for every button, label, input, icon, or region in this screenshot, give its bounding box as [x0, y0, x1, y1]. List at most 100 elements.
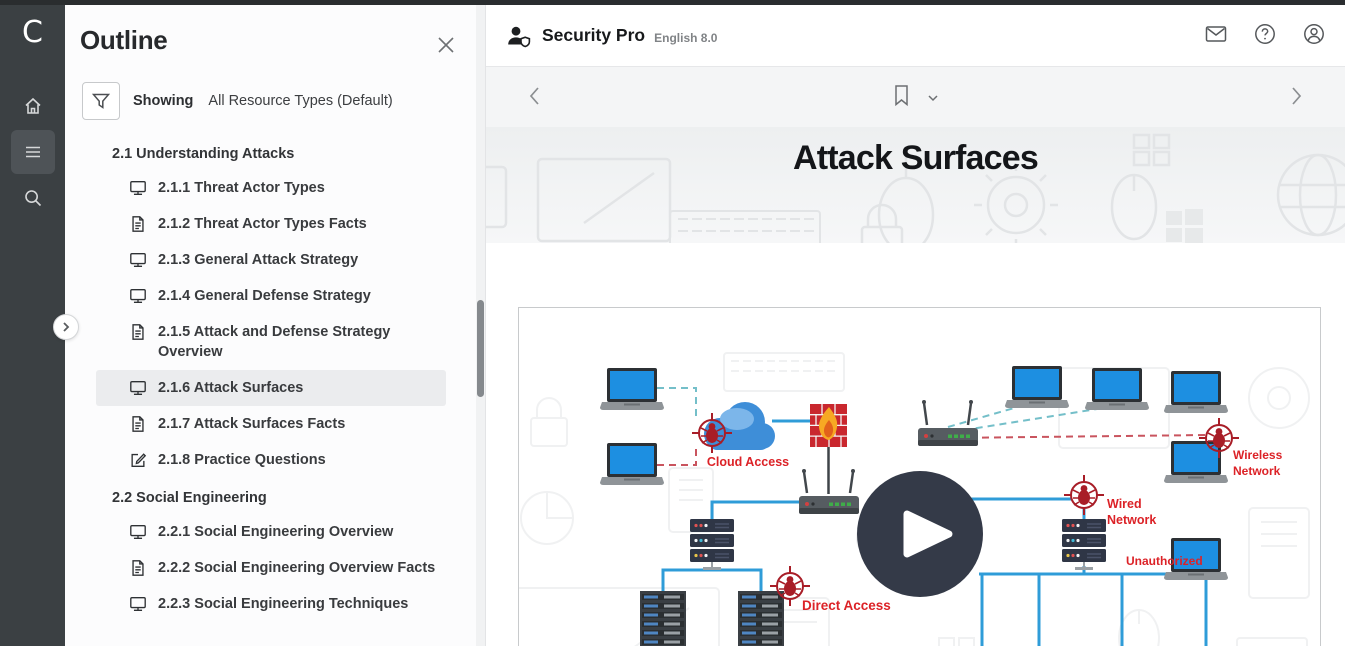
previous-lesson-button[interactable]	[522, 80, 546, 115]
home-icon	[23, 96, 43, 116]
close-icon	[437, 36, 455, 54]
brand-logo: C	[22, 16, 43, 50]
laptop-icon	[1005, 366, 1069, 408]
chevron-right-icon	[1291, 86, 1303, 106]
server-stack-icon	[690, 519, 734, 570]
outline-item[interactable]: 2.1.3 General Attack Strategy	[96, 242, 446, 278]
outline-item[interactable]: 2.1.7 Attack Surfaces Facts	[96, 406, 446, 442]
outline-scrollbar-thumb[interactable]	[477, 300, 484, 397]
messages-button[interactable]	[1201, 21, 1231, 50]
document-resource-icon	[129, 415, 147, 433]
outline-item[interactable]: 2.1.6 Attack Surfaces	[96, 370, 446, 406]
wireless-network-label: Wireless	[1233, 448, 1283, 462]
account-button[interactable]	[1299, 19, 1329, 52]
filter-funnel-icon	[92, 93, 110, 110]
wired-network-label: Network	[1107, 513, 1156, 527]
outline-item[interactable]: 2.1.1 Threat Actor Types	[96, 170, 446, 206]
mail-icon	[1205, 25, 1227, 43]
account-icon	[1303, 23, 1325, 45]
outline-item[interactable]: 2.1.2 Threat Actor Types Facts	[96, 206, 446, 242]
outline-item[interactable]: 2.1.5 Attack and Defense Strategy Overvi…	[96, 314, 446, 370]
outline-list: 2.1 Understanding Attacks 2.1.1 Threat Ac…	[65, 134, 485, 622]
outline-panel: Outline Showing All Resource Types (Defa…	[65, 5, 485, 646]
lesson-content-area: Cloud Access Wireless Network Wired Netw…	[486, 307, 1345, 646]
outline-item-label: 2.1.7 Attack Surfaces Facts	[158, 414, 345, 434]
search-button[interactable]	[11, 176, 55, 220]
wireless-network-label: Network	[1233, 464, 1281, 478]
search-icon	[23, 188, 43, 208]
home-button[interactable]	[11, 84, 55, 128]
bookmark-icon	[893, 85, 909, 107]
server-rack-icon	[640, 591, 686, 646]
document-resource-icon	[129, 559, 147, 577]
video-resource-icon	[129, 523, 147, 541]
wired-network-label: Wired	[1107, 497, 1142, 511]
outline-close-button[interactable]	[435, 34, 457, 59]
panel-expand-button[interactable]	[53, 314, 79, 340]
outline-item[interactable]: 2.2.1 Social Engineering Overview	[96, 514, 446, 550]
next-lesson-button[interactable]	[1285, 80, 1309, 115]
chevron-left-icon	[528, 86, 540, 106]
outline-title: Outline	[80, 25, 465, 56]
direct-access-label: Direct Access	[802, 598, 891, 613]
security-pro-course-icon	[506, 24, 532, 48]
course-title: Security Pro	[542, 25, 645, 46]
network-diagram: Cloud Access Wireless Network Wired Netw…	[519, 308, 1320, 646]
outline-item-label: 2.1.4 General Defense Strategy	[158, 286, 371, 306]
server-stack-icon	[1062, 519, 1106, 570]
firewall-icon	[810, 404, 847, 494]
outline-item[interactable]: 2.2.3 Social Engineering Techniques	[96, 586, 446, 622]
server-rack-icon	[738, 591, 784, 646]
course-edition: English 8.0	[654, 31, 717, 45]
outline-item-label: 2.1.2 Threat Actor Types Facts	[158, 214, 367, 234]
filter-button[interactable]	[82, 82, 120, 120]
outline-item[interactable]: 2.2.2 Social Engineering Overview Facts	[96, 550, 446, 586]
menu-icon	[23, 142, 43, 162]
outline-item-label: 2.2.2 Social Engineering Overview Facts	[158, 558, 435, 578]
laptop-icon	[1085, 368, 1149, 410]
outline-item-label: 2.1.8 Practice Questions	[158, 450, 326, 470]
help-button[interactable]	[1250, 19, 1280, 52]
help-icon	[1254, 23, 1276, 45]
app-window: C Outline	[0, 0, 1345, 646]
chevron-right-icon	[61, 321, 71, 333]
course-header: Security Pro English 8.0	[486, 5, 1345, 67]
unauthorized-label: Unauthorized	[1126, 554, 1203, 568]
document-resource-icon	[129, 323, 147, 341]
outline-section-label: 2.2 Social Engineering	[65, 478, 485, 514]
video-resource-icon	[129, 595, 147, 613]
bookmark-button[interactable]	[889, 81, 913, 114]
video-resource-icon	[129, 251, 147, 269]
outline-item[interactable]: 2.1.4 General Defense Strategy	[96, 278, 446, 314]
cloud-access-label: Cloud Access	[707, 455, 789, 469]
outline-item-label: 2.1.1 Threat Actor Types	[158, 178, 325, 198]
outline-item-label: 2.2.1 Social Engineering Overview	[158, 522, 393, 542]
video-player: Cloud Access Wireless Network Wired Netw…	[518, 307, 1321, 646]
filter-showing-label: Showing	[133, 93, 193, 109]
laptop-icon	[600, 443, 664, 485]
laptop-icon	[1164, 371, 1228, 413]
lesson-title-banner: Attack Surfaces	[486, 127, 1345, 243]
outline-item-label: 2.1.5 Attack and Defense Strategy Overvi…	[158, 322, 438, 362]
lesson-title: Attack Surfaces	[486, 127, 1345, 178]
main-content: Security Pro English 8.0	[485, 5, 1345, 646]
attack-bug-icon	[1064, 475, 1104, 515]
window-top-strip	[0, 0, 1345, 5]
outline-item[interactable]: 2.1.8 Practice Questions	[96, 442, 446, 478]
play-button[interactable]	[857, 471, 983, 597]
practice-questions-icon	[129, 451, 147, 469]
document-resource-icon	[129, 215, 147, 233]
outline-menu-button[interactable]	[11, 130, 55, 174]
bookmark-menu-button[interactable]	[923, 86, 942, 109]
outline-item-label: 2.2.3 Social Engineering Techniques	[158, 594, 408, 614]
outline-section-label: 2.1 Understanding Attacks	[65, 134, 485, 170]
wireless-router-icon	[918, 400, 978, 446]
outline-item-label: 2.1.6 Attack Surfaces	[158, 378, 303, 398]
video-resource-icon	[129, 379, 147, 397]
video-resource-icon	[129, 287, 147, 305]
video-resource-icon	[129, 179, 147, 197]
lesson-nav-bar	[486, 67, 1345, 127]
outline-item-label: 2.1.3 General Attack Strategy	[158, 250, 358, 270]
filter-value: All Resource Types (Default)	[208, 93, 392, 109]
chevron-down-icon	[927, 95, 938, 102]
